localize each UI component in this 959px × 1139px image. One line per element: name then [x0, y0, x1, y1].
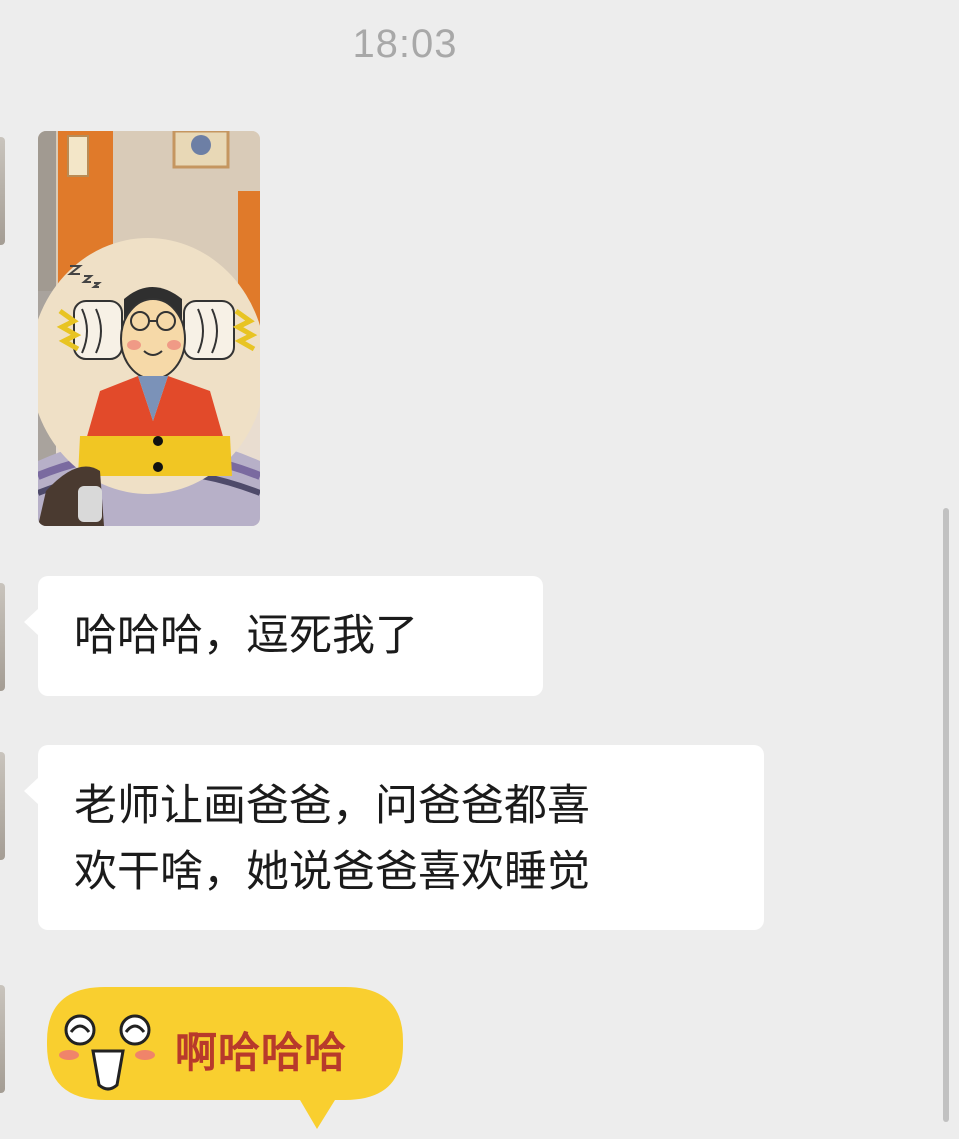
- text-message[interactable]: 老师让画爸爸，问爸爸都喜 欢干啥，她说爸爸喜欢睡觉: [24, 745, 764, 930]
- sender-avatar[interactable]: [0, 137, 5, 245]
- sender-avatar[interactable]: [0, 985, 5, 1093]
- sender-avatar[interactable]: [0, 752, 5, 860]
- message-line: 欢干啥，她说爸爸喜欢睡觉: [74, 847, 590, 897]
- image-message[interactable]: [38, 131, 260, 526]
- message-line: 老师让画爸爸，问爸爸都喜: [74, 781, 590, 831]
- child-drawing-photo-icon: [38, 131, 260, 526]
- text-message[interactable]: 哈哈哈，逗死我了: [24, 576, 543, 696]
- message-timestamp: 18:03: [352, 22, 458, 66]
- sender-avatar[interactable]: [0, 583, 5, 691]
- sticker-text: 啊哈哈哈: [175, 1028, 348, 1077]
- chat-scrollbar[interactable]: [943, 508, 949, 1122]
